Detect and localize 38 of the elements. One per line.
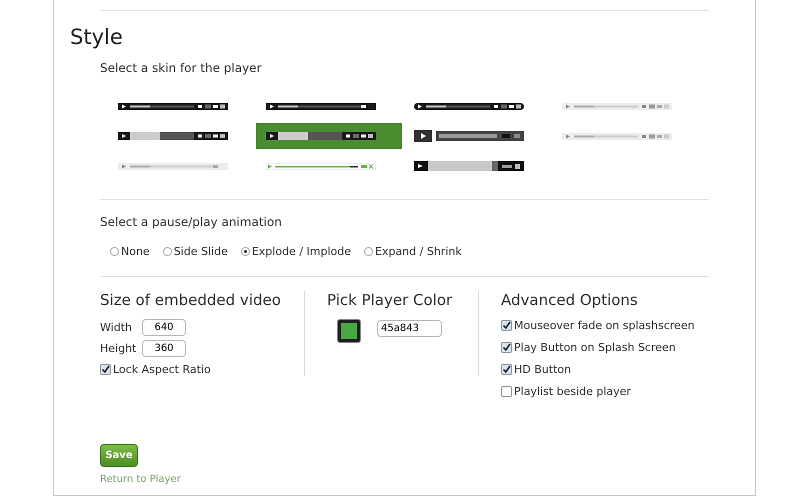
player-skin-icon xyxy=(562,132,672,140)
player-skin-icon xyxy=(266,102,376,110)
checkbox-label[interactable]: Lock Aspect Ratio xyxy=(113,363,211,376)
checkbox[interactable] xyxy=(501,386,512,397)
checkbox-label[interactable]: Mouseover fade on splashscreen xyxy=(514,319,695,332)
player-skin-icon xyxy=(414,102,524,110)
color-title: Pick Player Color xyxy=(327,291,454,309)
player-skin-icon xyxy=(118,162,228,170)
input-field[interactable]: 360 xyxy=(142,340,186,357)
checkbox-label[interactable]: HD Button xyxy=(514,363,572,376)
animation-radio[interactable]: Explode / Implode xyxy=(240,245,351,258)
advanced-title: Advanced Options xyxy=(501,291,639,309)
player-skin-icon xyxy=(118,132,228,140)
player-skin-icon xyxy=(562,102,672,110)
animation-radio[interactable]: None xyxy=(110,245,150,258)
player-skin-icon xyxy=(266,162,376,170)
checkbox-label[interactable]: Playlist beside player xyxy=(514,385,631,398)
field-label: Height xyxy=(100,342,138,355)
checkbox[interactable] xyxy=(501,364,512,375)
checkbox[interactable] xyxy=(501,320,512,331)
player-skin-icon xyxy=(414,130,524,142)
skin-prompt: Select a skin for the player xyxy=(99,61,263,75)
animation-prompt: Select a pause/play animation xyxy=(99,215,283,229)
checkbox[interactable] xyxy=(100,364,111,375)
section-title: Style xyxy=(70,25,124,49)
animation-radio[interactable]: Side Slide xyxy=(162,245,228,258)
player-skin-icon xyxy=(414,161,524,171)
skin-option[interactable] xyxy=(256,123,402,149)
input-field[interactable]: 640 xyxy=(142,319,186,336)
color-swatch[interactable] xyxy=(337,319,361,343)
checkbox[interactable] xyxy=(501,342,512,353)
field-label: Width xyxy=(100,321,133,334)
animation-radio[interactable]: Expand / Shrink xyxy=(364,245,462,258)
player-skin-icon xyxy=(266,132,376,140)
player-skin-icon xyxy=(118,102,228,110)
size-title: Size of embedded video xyxy=(100,291,282,309)
color-field[interactable]: 45a843 xyxy=(377,320,442,336)
checkbox-label[interactable]: Play Button on Splash Screen xyxy=(514,341,676,354)
